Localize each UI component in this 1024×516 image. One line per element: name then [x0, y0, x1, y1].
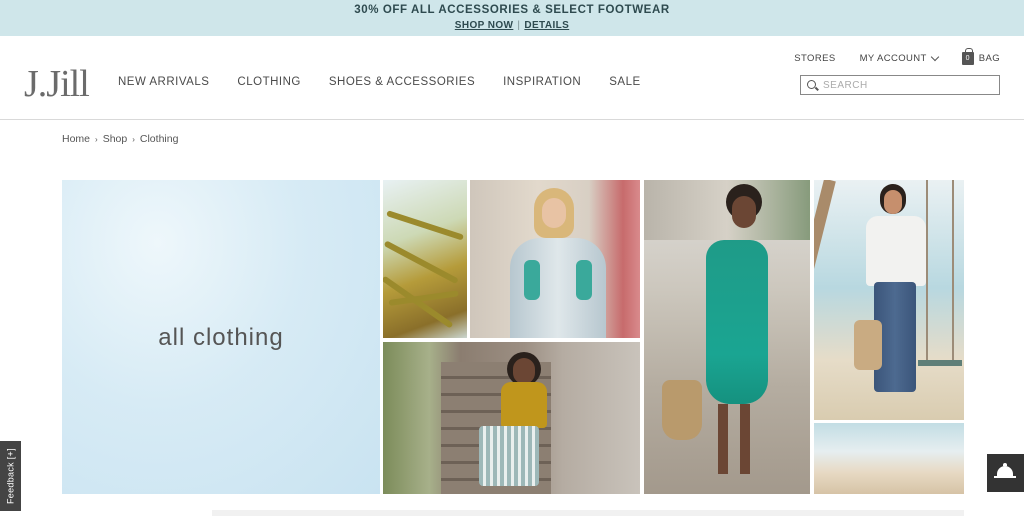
main-nav: NEW ARRIVALS CLOTHING SHOES & ACCESSORIE…	[118, 76, 669, 88]
model-face	[884, 190, 902, 214]
shop-now-link[interactable]: SHOP NOW	[455, 20, 514, 31]
model-embroidered-tunic-photo[interactable]	[470, 180, 640, 338]
model-striped-pants	[479, 426, 539, 486]
tunic-embroidery	[524, 260, 540, 300]
site-header: J.Jill NEW ARRIVALS CLOTHING SHOES & ACC…	[0, 36, 1024, 120]
page-title: all clothing	[158, 324, 284, 351]
utility-nav: STORES MY ACCOUNT 0 BAG	[770, 48, 1000, 65]
beach-shoreline-photo	[814, 423, 964, 494]
nav-new-arrivals[interactable]: NEW ARRIVALS	[118, 76, 209, 88]
straw-bag	[854, 320, 882, 370]
my-account-dropdown[interactable]: MY ACCOUNT	[859, 52, 939, 64]
swing-rope	[926, 180, 928, 360]
model-beach-swing-photo[interactable]	[814, 180, 964, 420]
palm-frond	[386, 210, 465, 241]
stores-label: STORES	[794, 53, 836, 64]
nav-inspiration[interactable]: INSPIRATION	[503, 76, 581, 88]
bag-button[interactable]: 0 BAG	[961, 48, 1000, 65]
swing-rope	[952, 180, 954, 360]
search-box[interactable]	[800, 75, 1000, 95]
tunic-embroidery	[576, 260, 592, 300]
chat-button[interactable]	[987, 454, 1024, 492]
model-leg	[718, 404, 728, 474]
model-mustard-top	[501, 382, 547, 428]
breadcrumb-current: Clothing	[139, 133, 179, 145]
hero-banner: all clothing	[62, 180, 380, 494]
model-face	[542, 198, 566, 228]
straw-tote-bag	[662, 380, 702, 440]
stores-link[interactable]: STORES	[794, 53, 835, 64]
model-teal-dress-photo[interactable]	[644, 180, 810, 494]
chevron-down-icon	[930, 52, 939, 62]
breadcrumb: Home › Shop › Clothing	[62, 133, 178, 145]
nav-shoes-accessories[interactable]: SHOES & ACCESSORIES	[329, 76, 475, 88]
palm-frond	[383, 240, 459, 285]
tree-trunk	[814, 180, 836, 415]
swing-seat	[918, 360, 962, 366]
nav-clothing[interactable]: CLOTHING	[237, 76, 300, 88]
model-stone-stairs-photo[interactable]	[383, 342, 640, 494]
promo-title: 30% OFF ALL ACCESSORIES & SELECT FOOTWEA…	[354, 4, 670, 16]
palm-leaves-photo	[383, 180, 467, 338]
promo-banner: 30% OFF ALL ACCESSORIES & SELECT FOOTWEA…	[0, 0, 1024, 36]
model-leg	[740, 404, 750, 474]
model-face	[513, 358, 535, 384]
details-link[interactable]: DETAILS	[524, 20, 569, 31]
model-teal-dress	[706, 240, 768, 404]
model-white-jacket	[866, 216, 926, 286]
promo-separator: |	[517, 20, 521, 31]
shopping-bag-icon: 0	[961, 48, 974, 65]
breadcrumb-shop[interactable]: Shop	[103, 133, 128, 145]
search-input[interactable]	[823, 78, 993, 92]
bag-label: BAG	[978, 53, 1000, 64]
promo-links: SHOP NOW | DETAILS	[0, 20, 1024, 31]
breadcrumb-home[interactable]: Home	[62, 133, 90, 145]
my-account-label: MY ACCOUNT	[859, 53, 927, 64]
chevron-right-icon: ›	[95, 134, 98, 144]
feedback-tab[interactable]: Feedback [+]	[0, 441, 21, 511]
service-bell-icon	[994, 463, 1016, 478]
content-divider	[212, 510, 964, 516]
model-face	[732, 196, 756, 228]
nav-sale[interactable]: SALE	[609, 76, 640, 88]
chevron-right-icon: ›	[132, 134, 135, 144]
search-icon[interactable]	[807, 80, 816, 89]
brand-logo[interactable]: J.Jill	[24, 62, 90, 106]
